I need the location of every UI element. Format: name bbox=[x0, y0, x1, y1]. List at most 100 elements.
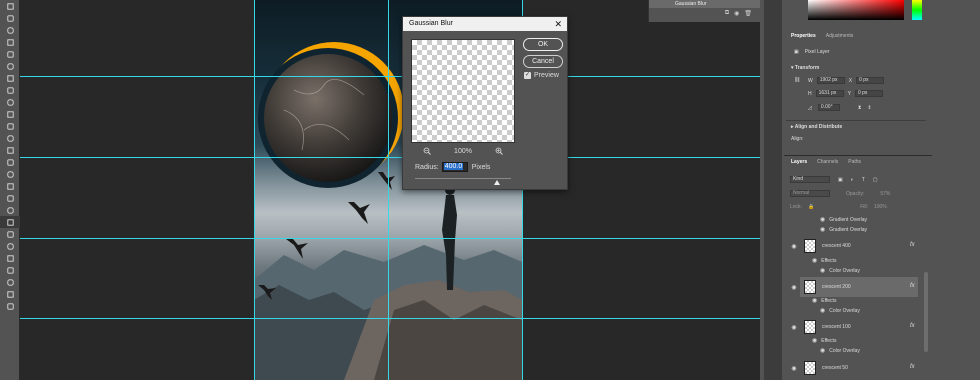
color-field[interactable] bbox=[808, 0, 904, 20]
filter-type-icon[interactable]: T bbox=[862, 177, 865, 183]
colors-tool-icon[interactable] bbox=[0, 252, 20, 264]
guide-horizontal[interactable] bbox=[20, 76, 760, 77]
dialog-title-bar: Gaussian Blur ✕ bbox=[403, 17, 567, 31]
more-tool-icon[interactable] bbox=[0, 240, 20, 252]
layer-thumbnail bbox=[804, 280, 816, 294]
rectangle-tool-icon[interactable] bbox=[0, 204, 20, 216]
preview-checkbox[interactable]: ✓ Preview bbox=[524, 72, 559, 79]
align-section[interactable]: ▸ Align and Distribute bbox=[791, 124, 842, 130]
filter-adjust-icon[interactable]: ◐ bbox=[851, 177, 854, 183]
healing-tool-icon[interactable] bbox=[0, 72, 20, 84]
eye-icon: ◉ bbox=[820, 268, 826, 274]
eye-icon: ◉ bbox=[812, 298, 818, 304]
stamp-tool-icon[interactable] bbox=[0, 96, 20, 108]
radius-value: 400.0 bbox=[443, 163, 464, 170]
fx-icon[interactable]: fx bbox=[910, 242, 915, 248]
pen-tool-icon[interactable] bbox=[0, 168, 20, 180]
tab-channels[interactable]: Channels bbox=[812, 159, 843, 165]
tab-adjustments[interactable]: Adjustments bbox=[821, 33, 859, 39]
radius-slider[interactable] bbox=[415, 178, 511, 179]
align-label: Align: bbox=[791, 136, 804, 142]
effect-row[interactable]: ◉ Color Overlay bbox=[820, 307, 860, 315]
guide-vertical[interactable] bbox=[388, 0, 389, 380]
lock-icon[interactable]: 🔒 bbox=[808, 204, 814, 210]
layer-row[interactable]: ◉ crescent 100 bbox=[790, 317, 920, 337]
close-icon[interactable]: ✕ bbox=[554, 17, 562, 31]
camera-icon[interactable]: ◉ bbox=[734, 10, 739, 17]
tab-properties[interactable]: Properties bbox=[786, 33, 821, 39]
transform-section[interactable]: ▾ Transform bbox=[791, 65, 819, 71]
flip-v-icon[interactable]: ⇕ bbox=[867, 105, 871, 111]
marquee-tool-icon[interactable] bbox=[0, 12, 20, 24]
y-field[interactable]: 0 px bbox=[854, 90, 883, 97]
effect-row[interactable]: ◉ Color Overlay bbox=[820, 347, 860, 355]
zoom-in-icon[interactable] bbox=[495, 147, 503, 155]
guide-horizontal[interactable] bbox=[20, 157, 760, 158]
layer-row[interactable]: ◉ crescent 50 bbox=[790, 358, 920, 378]
fx-icon[interactable]: fx bbox=[910, 364, 915, 370]
lasso-tool-icon[interactable] bbox=[0, 24, 20, 36]
blur-preview[interactable] bbox=[411, 39, 515, 143]
hand-tool-icon[interactable] bbox=[0, 216, 20, 228]
path-select-tool-icon[interactable] bbox=[0, 192, 20, 204]
fx-icon[interactable]: fx bbox=[910, 283, 915, 289]
effects-row[interactable]: ◉ Effects bbox=[812, 297, 836, 305]
quick-mask-tool-icon[interactable] bbox=[0, 276, 20, 288]
dodge-tool-icon[interactable] bbox=[0, 156, 20, 168]
eyedropper-tool-icon[interactable] bbox=[0, 60, 20, 72]
layers-scrollbar[interactable] bbox=[924, 272, 928, 352]
crop-tool-icon[interactable] bbox=[0, 36, 20, 48]
layer-thumbnail bbox=[804, 320, 816, 334]
zoom-tool-icon[interactable] bbox=[0, 228, 20, 240]
effect-row[interactable]: ◉ Color Overlay bbox=[820, 267, 860, 275]
guide-horizontal[interactable] bbox=[20, 238, 760, 239]
x-field[interactable]: 0 px bbox=[856, 77, 885, 84]
zoom-out-icon[interactable] bbox=[423, 147, 431, 155]
swap-tool-icon[interactable] bbox=[0, 264, 20, 276]
brush-tool-icon[interactable] bbox=[0, 84, 20, 96]
eraser-tool-icon[interactable] bbox=[0, 120, 20, 132]
guide-horizontal[interactable] bbox=[20, 318, 760, 319]
ok-button[interactable]: OK bbox=[523, 38, 563, 51]
fx-icon[interactable]: fx bbox=[910, 323, 915, 329]
fill-value[interactable]: 100% bbox=[874, 204, 887, 210]
hue-slider[interactable] bbox=[912, 0, 922, 20]
extra-tool-icon[interactable] bbox=[0, 300, 20, 312]
screen-mode-tool-icon[interactable] bbox=[0, 288, 20, 300]
filter-shape-icon[interactable]: ▢ bbox=[873, 177, 878, 183]
height-field[interactable]: 1631 px bbox=[815, 90, 844, 97]
history-brush-tool-icon[interactable] bbox=[0, 108, 20, 120]
snapshot-icon[interactable]: ⧉ bbox=[725, 10, 729, 17]
effect-row[interactable]: ◉ Gradient Overlay bbox=[820, 216, 867, 224]
frame-tool-icon[interactable] bbox=[0, 48, 20, 60]
layer-row-selected[interactable]: ◉ crescent 200 bbox=[791, 277, 918, 297]
width-field[interactable]: 1902 px bbox=[816, 77, 845, 84]
trash-icon[interactable]: 🗑 bbox=[744, 10, 752, 17]
tab-paths[interactable]: Paths bbox=[843, 159, 866, 165]
checkmark-icon[interactable]: ✓ bbox=[524, 72, 531, 79]
angle-field[interactable]: 0.00° bbox=[817, 104, 840, 111]
blur-tool-icon[interactable] bbox=[0, 144, 20, 156]
radius-input[interactable]: 400.0 bbox=[441, 162, 468, 172]
type-tool-icon[interactable] bbox=[0, 180, 20, 192]
gaussian-blur-dialog: Gaussian Blur ✕ OK Cancel ✓ Preview 100%… bbox=[402, 16, 568, 190]
flip-h-icon[interactable]: ⧗ bbox=[858, 105, 862, 111]
slider-thumb[interactable] bbox=[493, 180, 500, 185]
kind-filter[interactable]: Kind bbox=[790, 176, 830, 183]
zoom-level: 100% bbox=[454, 147, 472, 155]
history-item[interactable]: Gaussian Blur bbox=[649, 0, 760, 8]
layer-row[interactable]: ◉ crescent 400 bbox=[790, 236, 920, 256]
effects-row[interactable]: ◉ Effects bbox=[812, 337, 836, 345]
planet-sphere bbox=[264, 54, 392, 182]
cancel-button[interactable]: Cancel bbox=[523, 55, 563, 68]
filter-pixel-icon[interactable]: ▣ bbox=[838, 177, 843, 183]
effects-row[interactable]: ◉ Effects bbox=[812, 257, 836, 265]
eye-icon: ◉ bbox=[791, 365, 797, 372]
gradient-tool-icon[interactable] bbox=[0, 132, 20, 144]
blend-mode-select[interactable]: Normal bbox=[790, 190, 830, 197]
move-tool-icon[interactable] bbox=[0, 0, 20, 12]
tab-layers[interactable]: Layers bbox=[786, 159, 812, 165]
opacity-value[interactable]: 57% bbox=[880, 191, 890, 197]
guide-vertical[interactable] bbox=[254, 0, 255, 380]
effect-row[interactable]: ◉ Gradient Overlay bbox=[820, 226, 867, 234]
